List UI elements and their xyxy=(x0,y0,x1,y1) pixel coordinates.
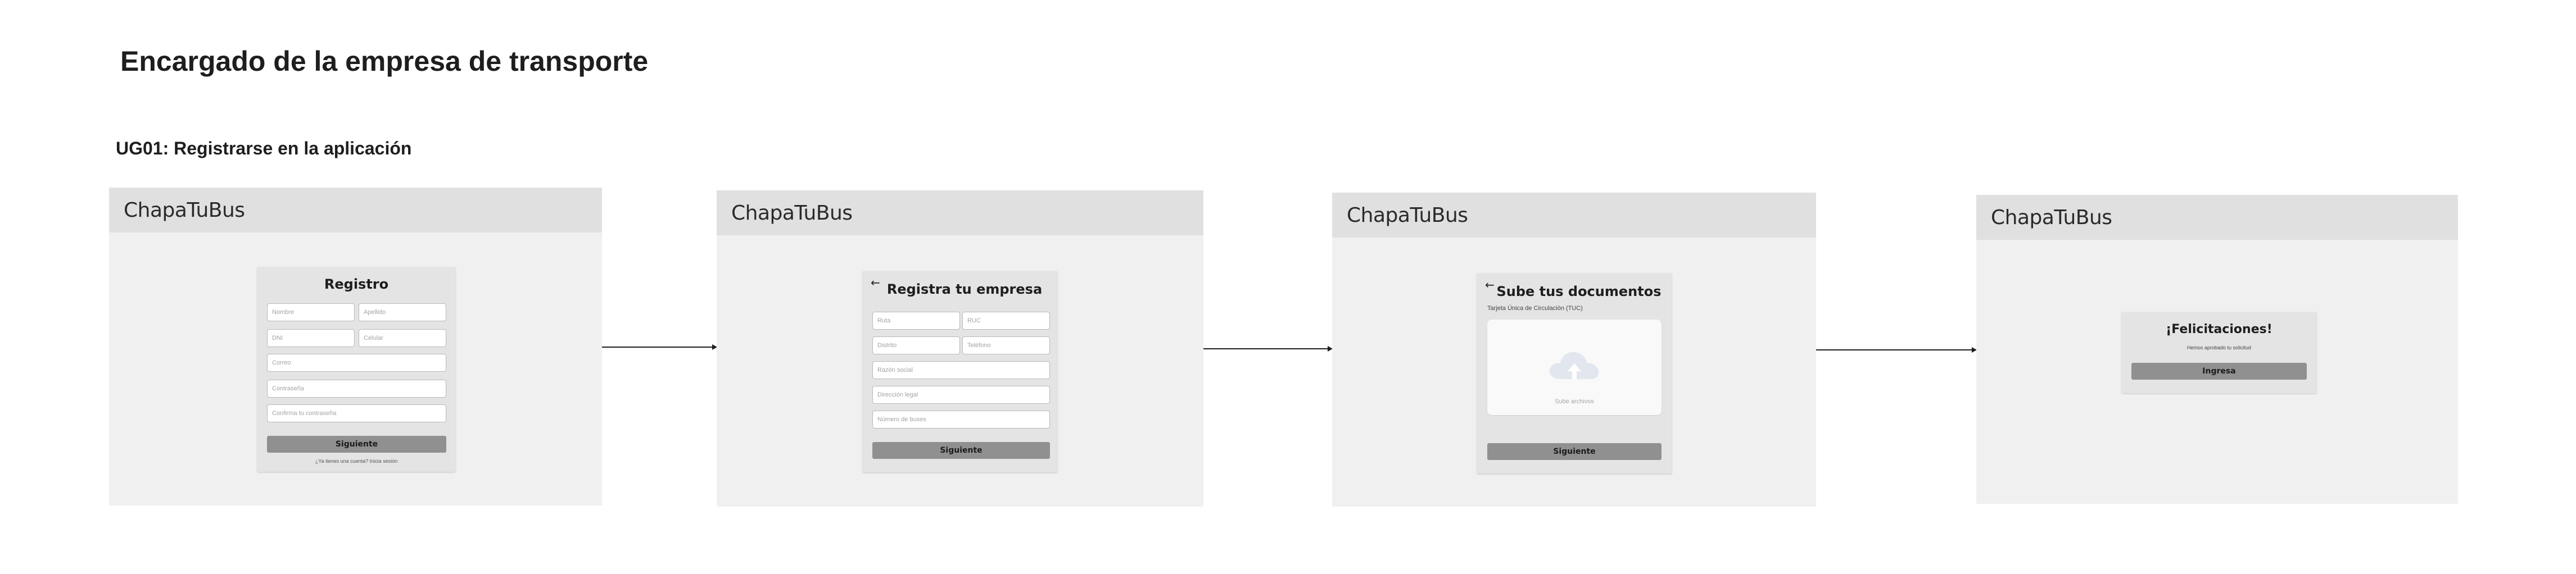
celular-field[interactable]: Celular xyxy=(359,329,446,347)
ruta-field[interactable]: Ruta xyxy=(872,312,960,330)
app-logo: ChapaTuBus xyxy=(124,198,245,222)
documentos-card: ← Sube tus documentos Tarjeta Única de C… xyxy=(1477,274,1672,473)
siguiente-button[interactable]: Siguiente xyxy=(267,436,446,453)
ruc-field[interactable]: RUC xyxy=(962,312,1050,330)
correo-field[interactable]: Correo xyxy=(267,354,446,372)
app-logo: ChapaTuBus xyxy=(1347,203,1468,227)
section-label: UG01: Registrarse en la aplicación xyxy=(116,138,412,158)
app-topbar: ChapaTuBus xyxy=(1332,193,1816,238)
telefono-field[interactable]: Teléfono xyxy=(962,336,1050,354)
app-topbar: ChapaTuBus xyxy=(1976,195,2458,240)
empresa-card: ← Registra tu empresa Ruta RUC Distrito … xyxy=(863,271,1057,472)
cloud-upload-icon xyxy=(1549,352,1599,379)
flow-arrow-3 xyxy=(1816,347,1977,353)
frame-felicitaciones: ChapaTuBus ¡Felicitaciones! Hemos aproba… xyxy=(1976,195,2458,504)
flow-arrow-1 xyxy=(602,344,717,350)
apellido-field[interactable]: Apellido xyxy=(359,303,446,321)
distrito-field[interactable]: Distrito xyxy=(872,336,960,354)
frame-documentos: ChapaTuBus ← Sube tus documentos Tarjeta… xyxy=(1332,193,1816,507)
direccion-legal-field[interactable]: Dirección legal xyxy=(872,386,1050,404)
frame-registro: ChapaTuBus Registro Nombre Apellido DNI … xyxy=(109,188,602,505)
app-logo: ChapaTuBus xyxy=(1991,206,2112,229)
approval-message: Hemos aprobado tu solicitud xyxy=(2186,345,2252,350)
login-link[interactable]: ¿Ya tienes una cuenta? Inicia sesión xyxy=(257,458,455,464)
siguiente-button[interactable]: Siguiente xyxy=(1487,443,1662,460)
card-title: Sube tus documentos xyxy=(1496,284,1662,299)
document-label: Tarjeta Única de Circulación (TUC) xyxy=(1487,305,1583,312)
nombre-field[interactable]: Nombre xyxy=(267,303,355,321)
contrasena-field[interactable]: Contraseña xyxy=(267,380,446,398)
app-topbar: ChapaTuBus xyxy=(717,190,1203,235)
flow-arrow-2 xyxy=(1203,345,1333,352)
app-topbar: ChapaTuBus xyxy=(109,188,602,233)
registro-card: Registro Nombre Apellido DNI Celular Cor… xyxy=(257,267,455,472)
card-title: Registro xyxy=(324,276,389,292)
ingresa-button[interactable]: Ingresa xyxy=(2131,363,2307,380)
app-logo: ChapaTuBus xyxy=(731,201,853,225)
razon-social-field[interactable]: Razón social xyxy=(872,361,1050,379)
numero-buses-field[interactable]: Número de buses xyxy=(872,411,1050,429)
felicitaciones-card: ¡Felicitaciones! Hemos aprobado tu solic… xyxy=(2122,312,2316,393)
confirma-contrasena-field[interactable]: Confirma tu contraseña xyxy=(267,404,446,422)
dni-field[interactable]: DNI xyxy=(267,329,355,347)
card-title: Registra tu empresa xyxy=(886,281,1043,297)
upload-caption: Sube archivos xyxy=(1555,398,1594,405)
page-title: Encargado de la empresa de transporte xyxy=(120,45,649,77)
siguiente-button[interactable]: Siguiente xyxy=(872,442,1050,459)
card-title: ¡Felicitaciones! xyxy=(2166,322,2272,336)
frame-empresa: ChapaTuBus ← Registra tu empresa Ruta RU… xyxy=(717,190,1203,507)
upload-dropzone[interactable]: Sube archivos xyxy=(1487,320,1662,415)
